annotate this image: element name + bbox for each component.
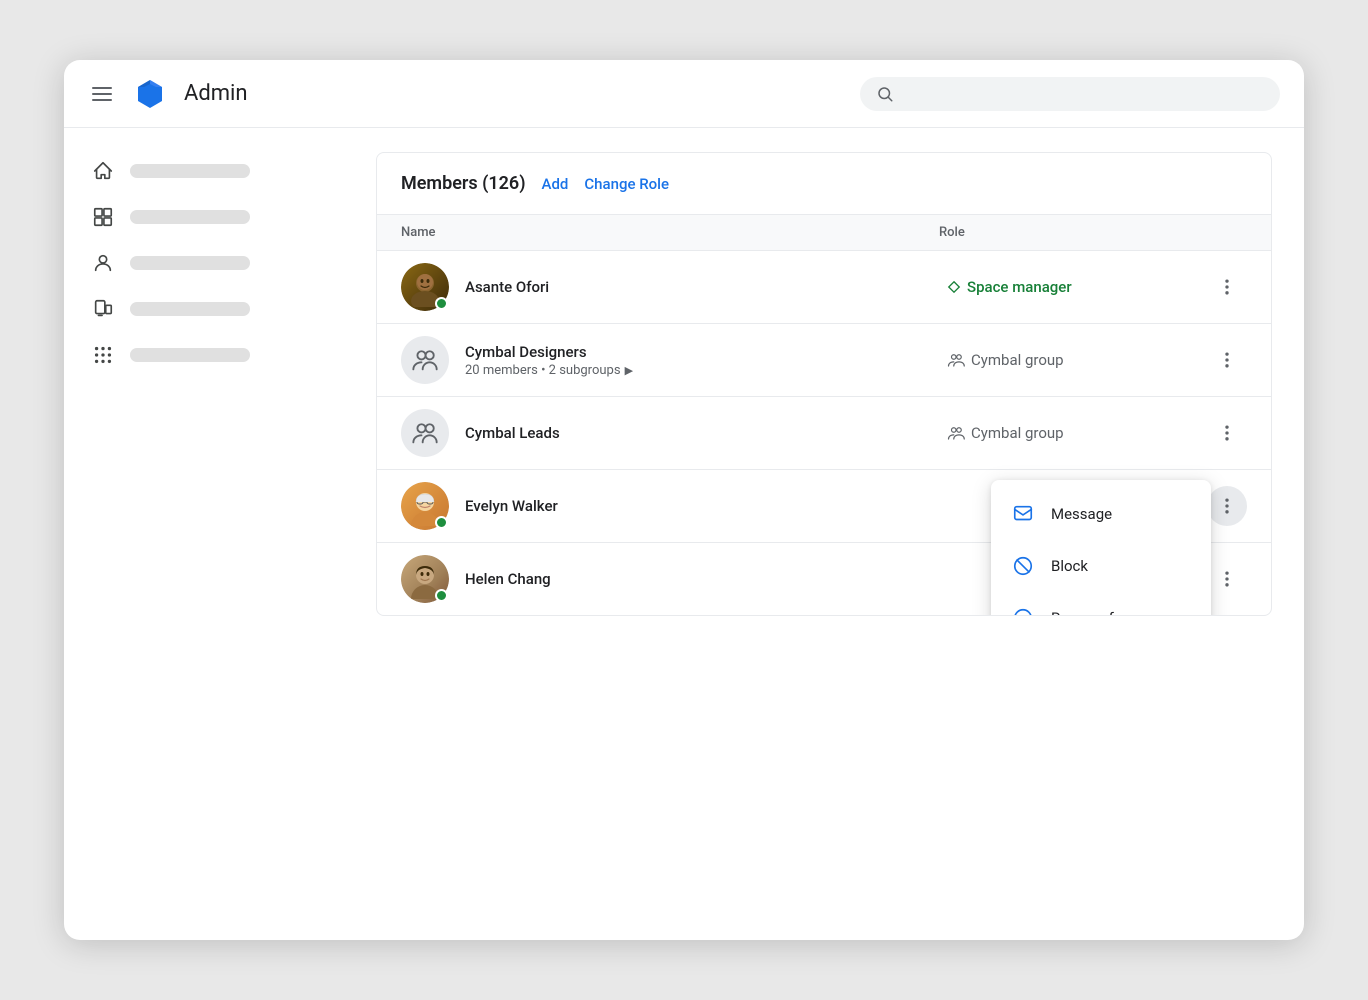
apps-icon bbox=[92, 344, 114, 366]
home-icon bbox=[92, 160, 114, 182]
sidebar-item-apps[interactable] bbox=[80, 336, 328, 374]
online-indicator-asante bbox=[435, 297, 448, 310]
sidebar-item-grid[interactable] bbox=[80, 198, 328, 236]
sidebar-label-device bbox=[130, 302, 250, 316]
context-menu-item-block[interactable]: Block bbox=[991, 540, 1211, 592]
members-card: Members (126) Add Change Role Name Role bbox=[376, 152, 1272, 616]
col-header-name: Name bbox=[401, 225, 939, 240]
member-info-cymbal-designers: Cymbal Designers 20 members • 2 subgroup… bbox=[401, 336, 947, 384]
avatar-helen bbox=[401, 555, 449, 603]
table-row: Cymbal Leads Cymbal group bbox=[377, 397, 1271, 470]
role-label-asante: Space manager bbox=[967, 278, 1072, 296]
member-sub-cymbal-designers: 20 members • 2 subgroups ▶ bbox=[465, 363, 633, 378]
avatar-evelyn bbox=[401, 482, 449, 530]
table-row: Cymbal Designers 20 members • 2 subgroup… bbox=[377, 324, 1271, 397]
sidebar-item-device[interactable] bbox=[80, 290, 328, 328]
member-name-evelyn: Evelyn Walker bbox=[465, 497, 558, 515]
avatar-cymbal-designers bbox=[401, 336, 449, 384]
col-header-actions bbox=[1199, 225, 1247, 240]
sidebar-label-apps bbox=[130, 348, 250, 362]
context-menu-label-block: Block bbox=[1051, 557, 1088, 575]
avatar-cymbal-leads bbox=[401, 409, 449, 457]
sidebar-label-home bbox=[130, 164, 250, 178]
role-cell-asante: Space manager bbox=[947, 278, 1207, 296]
search-icon bbox=[876, 85, 894, 103]
role-label-cymbal-designers: Cymbal group bbox=[971, 351, 1064, 369]
change-role-link[interactable]: Change Role bbox=[584, 175, 669, 193]
hamburger-menu[interactable] bbox=[88, 83, 116, 105]
context-menu-label-remove: Remove from space bbox=[1051, 609, 1184, 616]
grid-icon bbox=[92, 206, 114, 228]
content-area: Members (126) Add Change Role Name Role bbox=[344, 128, 1304, 940]
members-title: Members (126) bbox=[401, 173, 526, 194]
role-label-cymbal-leads: Cymbal group bbox=[971, 424, 1064, 442]
avatar-asante bbox=[401, 263, 449, 311]
members-header: Members (126) Add Change Role bbox=[377, 153, 1271, 215]
table-header: Name Role bbox=[377, 215, 1271, 251]
member-info-asante: Asante Ofori bbox=[401, 263, 947, 311]
context-menu-item-message[interactable]: Message bbox=[991, 488, 1211, 540]
table-row: Asante Ofori Space manager bbox=[377, 251, 1271, 324]
more-button-evelyn[interactable] bbox=[1207, 486, 1247, 526]
person-icon bbox=[92, 252, 114, 274]
member-name-cymbal-leads: Cymbal Leads bbox=[465, 424, 560, 442]
member-name-helen: Helen Chang bbox=[465, 570, 551, 588]
context-menu: Message Block bbox=[991, 480, 1211, 616]
search-input[interactable] bbox=[904, 85, 1264, 102]
member-name-asante: Asante Ofori bbox=[465, 278, 549, 296]
member-info-cymbal-leads: Cymbal Leads bbox=[401, 409, 947, 457]
sidebar-label-grid bbox=[130, 210, 250, 224]
role-cell-cymbal-leads: Cymbal group bbox=[947, 424, 1207, 442]
online-indicator-helen bbox=[435, 589, 448, 602]
browser-window: Admin bbox=[64, 60, 1304, 940]
block-icon bbox=[1011, 554, 1035, 578]
add-link[interactable]: Add bbox=[542, 175, 569, 193]
top-bar: Admin bbox=[64, 60, 1304, 128]
sidebar-item-person[interactable] bbox=[80, 244, 328, 282]
role-cell-cymbal-designers: Cymbal group bbox=[947, 351, 1207, 369]
sidebar-item-home[interactable] bbox=[80, 152, 328, 190]
app-logo bbox=[132, 76, 168, 112]
more-button-cymbal-leads[interactable] bbox=[1207, 413, 1247, 453]
sidebar-label-person bbox=[130, 256, 250, 270]
more-button-asante[interactable] bbox=[1207, 267, 1247, 307]
search-bar bbox=[860, 77, 1280, 111]
device-icon bbox=[92, 298, 114, 320]
context-menu-label-message: Message bbox=[1051, 505, 1112, 523]
online-indicator-evelyn bbox=[435, 516, 448, 529]
sidebar bbox=[64, 128, 344, 940]
more-button-cymbal-designers[interactable] bbox=[1207, 340, 1247, 380]
table-row: Evelyn Walker bbox=[377, 470, 1271, 543]
app-title: Admin bbox=[184, 81, 248, 106]
main-area: Members (126) Add Change Role Name Role bbox=[64, 128, 1304, 940]
member-name-cymbal-designers: Cymbal Designers bbox=[465, 343, 633, 361]
member-info-evelyn: Evelyn Walker bbox=[401, 482, 947, 530]
member-info-helen: Helen Chang bbox=[401, 555, 947, 603]
context-menu-item-remove[interactable]: Remove from space bbox=[991, 592, 1211, 616]
remove-icon bbox=[1011, 606, 1035, 616]
message-icon bbox=[1011, 502, 1035, 526]
more-button-helen[interactable] bbox=[1207, 559, 1247, 599]
col-header-role: Role bbox=[939, 225, 1199, 240]
